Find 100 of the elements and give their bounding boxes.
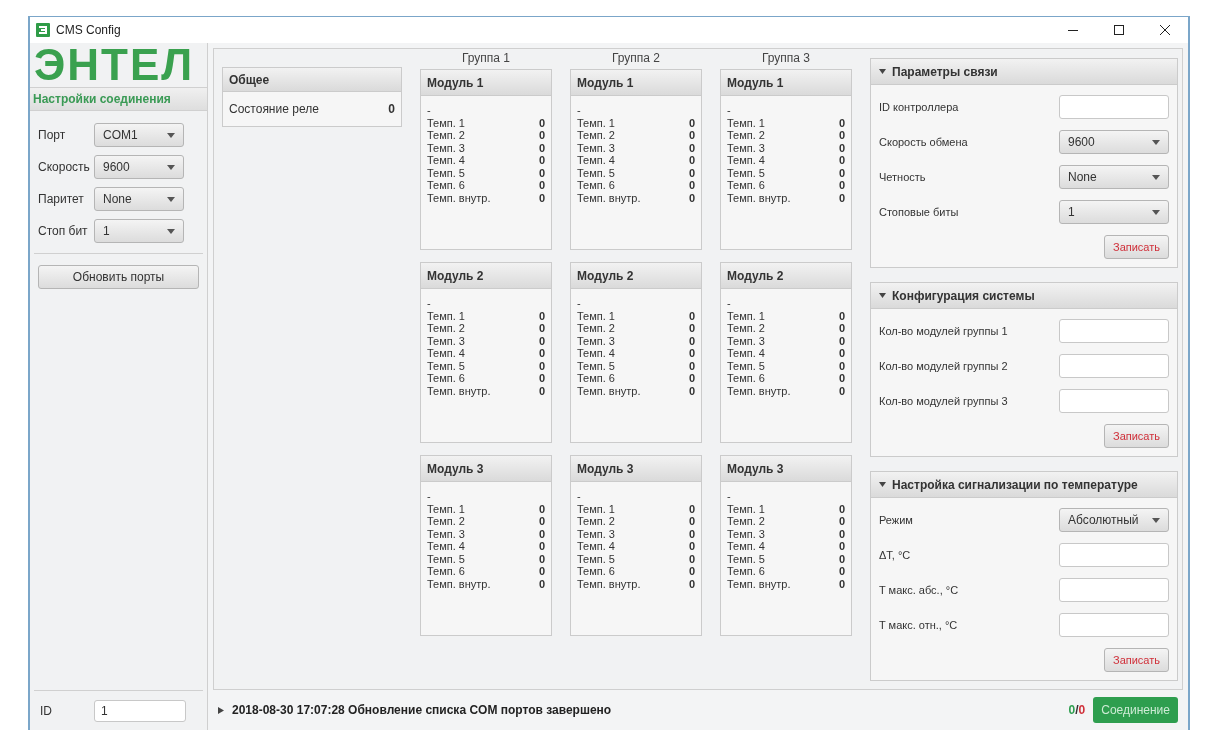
field-label: T макс. отн., °C [879,617,958,633]
status-message: 2018-08-30 17:07:28 Обновление списка COM портов завершено [232,702,612,719]
reading-label: Темп. 5 [727,166,765,179]
reading-label: Темп. 6 [577,565,615,578]
dropdown[interactable]: COM1 [94,123,184,147]
input-field[interactable] [1059,543,1169,567]
reading-value: 0 [538,359,545,372]
dropdown[interactable]: 1 [1059,200,1169,224]
reading-value: 0 [838,515,845,528]
reading-label: Темп. внутр. [727,191,791,204]
write-button[interactable]: Записать [1104,235,1169,259]
reading-value: 0 [538,116,545,129]
refresh-ports-button[interactable]: Обновить порты [38,265,199,289]
reading-value: 0 [838,166,845,179]
reading-label: Темп. 4 [577,347,615,360]
reading-label: Темп. внутр. [577,577,641,590]
reading-label: Темп. 1 [577,502,615,515]
reading-value: 0 [538,565,545,578]
reading-label: Темп. внутр. [427,384,491,397]
reading-label: Темп. 3 [577,527,615,540]
reading-value: 0 [688,502,695,515]
reading-label: Темп. 1 [427,502,465,515]
card-title: Модуль 2 [721,263,851,289]
section-title: Настройки соединения [30,87,207,111]
window-title: CMS Config [56,22,121,39]
input-field[interactable] [1059,95,1169,119]
reading-label: Темп. 2 [577,129,615,142]
reading-label: Темп. 2 [727,515,765,528]
reading-value: 0 [538,384,545,397]
reading-value: 0 [838,372,845,385]
maximize-icon [1114,25,1124,35]
reading-label: Темп. внутр. [427,191,491,204]
reading-label: Темп. 2 [727,129,765,142]
reading-value: 0 [538,540,545,553]
reading-value: 0 [838,347,845,360]
field-label: Режим [879,512,913,528]
card-title: Модуль 1 [721,70,851,96]
reading-label: Темп. 2 [427,129,465,142]
card-title: Общее [223,68,401,92]
reading-value: 0 [688,577,695,590]
reading-value: 0 [538,334,545,347]
group-title: Группа 2 [610,50,661,67]
reading-label: Темп. 6 [427,565,465,578]
reading-label: Темп. 5 [577,166,615,179]
reading-label: Темп. 4 [577,540,615,553]
reading-value: 0 [688,359,695,372]
caret-icon [1152,209,1160,215]
reading-value: 0 [688,565,695,578]
reading-value: 0 [838,527,845,540]
reading-label: Темп. 3 [577,334,615,347]
panel-header[interactable]: Параметры связи [871,59,1177,85]
caret-icon [167,164,175,170]
reading-value: 0 [838,565,845,578]
caret-icon [167,228,175,234]
reading-value: 0 [838,154,845,167]
reading-value: 0 [538,154,545,167]
field-label: Порт [38,127,67,144]
reading-value: 0 [538,502,545,515]
reading-label: Темп. 4 [577,154,615,167]
field-label: Кол-во модулей группы 2 [879,358,1008,374]
reading-value: 0 [688,166,695,179]
panel-header[interactable]: Конфигурация системы [871,283,1177,309]
reading-value: 0 [838,191,845,204]
reading-label: Темп. внутр. [727,577,791,590]
reading-label: Темп. 5 [427,552,465,565]
dropdown[interactable]: 9600 [94,155,184,179]
module-status: - [727,490,731,503]
input-field[interactable] [1059,578,1169,602]
write-button[interactable]: Записать [1104,424,1169,448]
reading-label: Темп. 2 [577,322,615,335]
reading-label: Темп. 1 [727,502,765,515]
reading-value: 0 [688,515,695,528]
dropdown[interactable]: Абсолютный [1059,508,1169,532]
app-icon [36,23,50,37]
reading-label: Темп. 2 [427,322,465,335]
input-field[interactable] [1059,389,1169,413]
reading-value: 0 [688,322,695,335]
dropdown[interactable]: None [94,187,184,211]
dropdown[interactable]: 9600 [1059,130,1169,154]
reading-label: Темп. 5 [427,359,465,372]
expand-arrow-icon[interactable] [218,706,224,714]
input-field[interactable] [1059,319,1169,343]
field-label: T макс. абс., °C [879,582,959,598]
card-title: Модуль 3 [571,456,701,482]
input-field[interactable] [1059,354,1169,378]
dropdown[interactable]: None [1059,165,1169,189]
reading-value: 0 [688,191,695,204]
id-field[interactable]: 1 [94,699,186,722]
reading-value: 0 [838,116,845,129]
write-button[interactable]: Записать [1104,648,1169,672]
reading-value: 0 [688,347,695,360]
module-status: - [727,297,731,310]
reading-value: 0 [538,552,545,565]
reading-value: 0 [538,129,545,142]
input-field[interactable] [1059,613,1169,637]
reading-value: 0 [688,309,695,322]
panel-header[interactable]: Настройка сигнализации по температуре [871,472,1177,498]
reading-label: Темп. 5 [427,166,465,179]
reading-value: 0 [688,129,695,142]
dropdown[interactable]: 1 [94,219,184,243]
